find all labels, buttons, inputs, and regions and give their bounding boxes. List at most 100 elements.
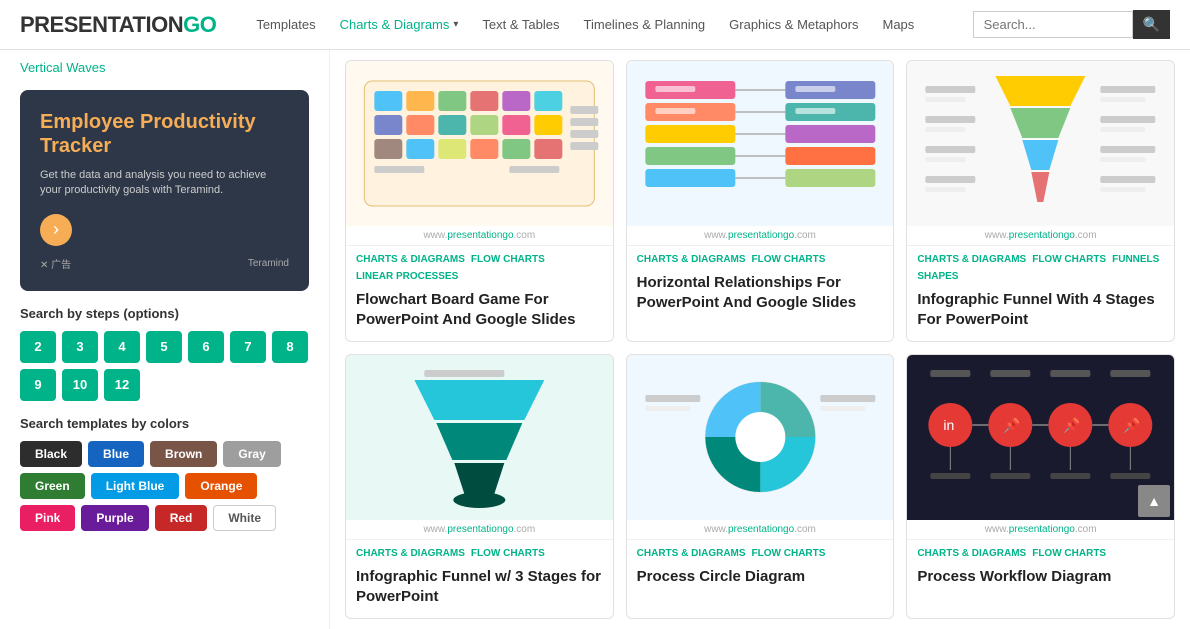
color-white[interactable]: White	[213, 505, 276, 531]
tag-flow[interactable]: FLOW CHARTS	[1032, 548, 1106, 559]
nav-charts-diagrams[interactable]: Charts & Diagrams ▾	[340, 17, 459, 32]
tag-flow[interactable]: FLOW CHARTS	[471, 548, 545, 559]
tag-charts[interactable]: CHARTS & DIAGRAMS	[637, 254, 746, 265]
card-image	[907, 61, 1174, 226]
nav-maps[interactable]: Maps	[883, 17, 915, 32]
color-green[interactable]: Green	[20, 473, 85, 499]
card-title: Flowchart Board Game For PowerPoint And …	[346, 286, 613, 341]
step-9[interactable]: 9	[20, 369, 56, 401]
tag-shapes[interactable]: SHAPES	[917, 271, 958, 282]
card-horizontal-relationships[interactable]: www.presentationgo.com CHARTS & DIAGRAMS…	[626, 60, 895, 342]
ad-title: Employee Productivity Tracker	[40, 110, 289, 158]
tag-charts[interactable]: CHARTS & DIAGRAMS	[917, 548, 1026, 559]
step-12[interactable]: 12	[104, 369, 140, 401]
tag-flow[interactable]: FLOW CHARTS	[1032, 254, 1106, 265]
step-10[interactable]: 10	[62, 369, 98, 401]
card-title: Horizontal Relationships For PowerPoint …	[627, 269, 894, 324]
colors-section-title: Search templates by colors	[20, 416, 309, 431]
main-content: Vertical Waves Employee Productivity Tra…	[0, 50, 1190, 629]
svg-text:📌: 📌	[1064, 416, 1082, 434]
step-8[interactable]: 8	[272, 331, 308, 363]
color-black[interactable]: Black	[20, 441, 82, 467]
tag-charts[interactable]: CHARTS & DIAGRAMS	[356, 254, 465, 265]
ad-close-label[interactable]: ✕ 广告	[40, 256, 71, 271]
card-title: Process Workflow Diagram	[907, 563, 1174, 599]
color-pink[interactable]: Pink	[20, 505, 75, 531]
card-image: in 📌 📌 📌	[907, 355, 1174, 520]
search-input[interactable]	[973, 11, 1133, 38]
logo[interactable]: PRESENTATIONGO	[20, 12, 216, 38]
card-tags: CHARTS & DIAGRAMS FLOW CHARTS	[627, 540, 894, 563]
card-source: www.presentationgo.com	[627, 520, 894, 540]
color-brown[interactable]: Brown	[150, 441, 217, 467]
color-red[interactable]: Red	[155, 505, 208, 531]
tag-flow[interactable]: FLOW CHARTS	[471, 254, 545, 265]
tag-funnels[interactable]: FUNNELS	[1112, 254, 1159, 265]
color-orange[interactable]: Orange	[185, 473, 257, 499]
step-6[interactable]: 6	[188, 331, 224, 363]
card-tags: CHARTS & DIAGRAMS FLOW CHARTS	[907, 540, 1174, 563]
nav-templates[interactable]: Templates	[256, 17, 315, 32]
search-button[interactable]: 🔍	[1133, 10, 1170, 39]
step-2[interactable]: 2	[20, 331, 56, 363]
card-process-circle[interactable]: www.presentationgo.com CHARTS & DIAGRAMS…	[626, 354, 895, 619]
color-grid: Black Blue Brown Gray Green Light Blue O…	[20, 441, 309, 531]
tag-charts[interactable]: CHARTS & DIAGRAMS	[356, 548, 465, 559]
card-source: www.presentationgo.com	[907, 226, 1174, 246]
card-image	[627, 355, 894, 520]
cards-grid: www.presentationgo.com CHARTS & DIAGRAMS…	[345, 60, 1175, 619]
colors-section: Search templates by colors Black Blue Br…	[20, 416, 309, 531]
step-7[interactable]: 7	[230, 331, 266, 363]
svg-text:📌: 📌	[1004, 416, 1022, 434]
card-source: www.presentationgo.com	[907, 520, 1174, 540]
step-5[interactable]: 5	[146, 331, 182, 363]
card-tags: CHARTS & DIAGRAMS FLOW CHARTS LINEAR PRO…	[346, 246, 613, 286]
card-image	[346, 61, 613, 226]
advertisement: Employee Productivity Tracker Get the da…	[20, 90, 309, 291]
tag-flow[interactable]: FLOW CHARTS	[752, 548, 826, 559]
logo-highlight: GO	[183, 12, 216, 37]
search-box: 🔍	[973, 10, 1170, 39]
color-light-blue[interactable]: Light Blue	[91, 473, 180, 499]
svg-text:📌: 📌	[1124, 416, 1142, 434]
card-source: www.presentationgo.com	[346, 520, 613, 540]
vertical-waves-link[interactable]: Vertical Waves	[20, 60, 309, 75]
card-tags: CHARTS & DIAGRAMS FLOW CHARTS	[346, 540, 613, 563]
scroll-to-top-button[interactable]: ▲	[1138, 485, 1170, 517]
card-source: www.presentationgo.com	[346, 226, 613, 246]
card-infographic-funnel-3[interactable]: www.presentationgo.com CHARTS & DIAGRAMS…	[345, 354, 614, 619]
tag-charts[interactable]: CHARTS & DIAGRAMS	[637, 548, 746, 559]
nav-timelines[interactable]: Timelines & Planning	[584, 17, 706, 32]
color-blue[interactable]: Blue	[88, 441, 144, 467]
nav-graphics[interactable]: Graphics & Metaphors	[729, 17, 858, 32]
tag-linear[interactable]: LINEAR PROCESSES	[356, 271, 458, 282]
steps-section-title: Search by steps (options)	[20, 306, 309, 321]
ad-brand: Teramind	[248, 258, 289, 269]
color-purple[interactable]: Purple	[81, 505, 148, 531]
card-tags: CHARTS & DIAGRAMS FLOW CHARTS FUNNELS SH…	[907, 246, 1174, 286]
card-flowchart-board-game[interactable]: www.presentationgo.com CHARTS & DIAGRAMS…	[345, 60, 614, 342]
step-4[interactable]: 4	[104, 331, 140, 363]
tag-charts[interactable]: CHARTS & DIAGRAMS	[917, 254, 1026, 265]
step-3[interactable]: 3	[62, 331, 98, 363]
main-nav: Templates Charts & Diagrams ▾ Text & Tab…	[256, 17, 972, 32]
svg-text:in: in	[944, 417, 955, 433]
card-image	[346, 355, 613, 520]
card-infographic-funnel-4[interactable]: www.presentationgo.com CHARTS & DIAGRAMS…	[906, 60, 1175, 342]
card-tags: CHARTS & DIAGRAMS FLOW CHARTS	[627, 246, 894, 269]
ad-footer: ✕ 广告 Teramind	[40, 256, 289, 271]
sidebar: Vertical Waves Employee Productivity Tra…	[0, 50, 330, 629]
card-title: Process Circle Diagram	[627, 563, 894, 599]
card-image	[627, 61, 894, 226]
nav-text-tables[interactable]: Text & Tables	[482, 17, 559, 32]
steps-grid: 2 3 4 5 6 7 8 9 10 12	[20, 331, 309, 401]
card-title: Infographic Funnel With 4 Stages For Pow…	[907, 286, 1174, 341]
cards-area: www.presentationgo.com CHARTS & DIAGRAMS…	[330, 50, 1190, 629]
header: PRESENTATIONGO Templates Charts & Diagra…	[0, 0, 1190, 50]
card-title: Infographic Funnel w/ 3 Stages for Power…	[346, 563, 613, 618]
tag-flow[interactable]: FLOW CHARTS	[752, 254, 826, 265]
ad-description: Get the data and analysis you need to ac…	[40, 168, 289, 199]
ad-cta-button[interactable]: ›	[40, 214, 72, 246]
color-gray[interactable]: Gray	[223, 441, 280, 467]
card-process-workflow[interactable]: in 📌 📌 📌	[906, 354, 1175, 619]
